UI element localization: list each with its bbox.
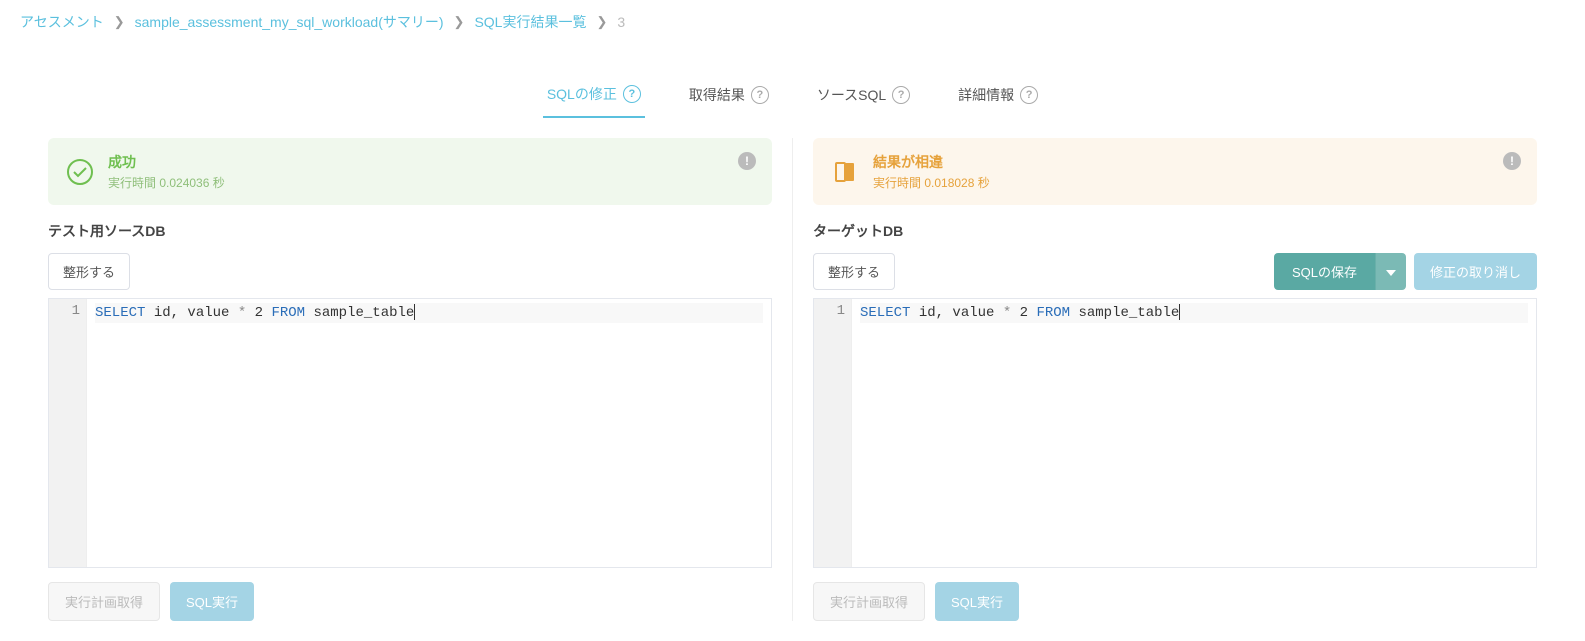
- undo-fix-button[interactable]: 修正の取り消し: [1414, 253, 1537, 290]
- breadcrumb: アセスメント ❯ sample_assessment_my_sql_worklo…: [0, 0, 1585, 44]
- editor-gutter: 1: [49, 299, 87, 567]
- tab-details[interactable]: 詳細情報 ?: [954, 74, 1042, 118]
- chevron-right-icon: ❯: [114, 14, 125, 30]
- tabs: SQLの修正 ? 取得結果 ? ソースSQL ? 詳細情報 ?: [0, 74, 1585, 118]
- panel-target-db: 結果が相違 実行時間 0.018028 秒 ! ターゲットDB 整形する SQL…: [793, 138, 1545, 621]
- toolbar-left: 整形する: [48, 253, 772, 290]
- diff-icon: [831, 158, 859, 186]
- check-circle-icon: [66, 158, 94, 186]
- sql-save-dropdown[interactable]: [1375, 253, 1406, 290]
- code-line: SELECT id, value * 2 FROM sample_table: [860, 303, 1528, 323]
- tab-label: 取得結果: [689, 85, 745, 105]
- status-subtitle: 実行時間 0.018028 秒: [873, 174, 990, 191]
- sql-exec-button[interactable]: SQL実行: [935, 582, 1019, 621]
- breadcrumb-link-results[interactable]: SQL実行結果一覧: [474, 12, 586, 32]
- tab-fetch-result[interactable]: 取得結果 ?: [685, 74, 773, 118]
- editor-gutter: 1: [814, 299, 852, 567]
- section-label-source: テスト用ソースDB: [48, 221, 772, 241]
- chevron-right-icon: ❯: [596, 14, 607, 30]
- editor-code[interactable]: SELECT id, value * 2 FROM sample_table: [87, 299, 771, 567]
- breadcrumb-current: 3: [617, 14, 625, 30]
- info-icon[interactable]: !: [738, 152, 756, 170]
- chevron-down-icon: [1386, 270, 1396, 276]
- format-button[interactable]: 整形する: [48, 253, 130, 290]
- help-icon[interactable]: ?: [751, 86, 769, 104]
- tab-label: ソースSQL: [817, 85, 886, 105]
- bottom-toolbar-right: 実行計画取得 SQL実行: [813, 582, 1537, 621]
- status-warn: 結果が相違 実行時間 0.018028 秒 !: [813, 138, 1537, 205]
- toolbar-right: 整形する SQLの保存 修正の取り消し: [813, 253, 1537, 290]
- help-icon[interactable]: ?: [892, 86, 910, 104]
- status-title: 結果が相違: [873, 152, 990, 172]
- format-button[interactable]: 整形する: [813, 253, 895, 290]
- info-icon[interactable]: !: [1503, 152, 1521, 170]
- status-title: 成功: [108, 152, 225, 172]
- tab-source-sql[interactable]: ソースSQL ?: [813, 74, 914, 118]
- breadcrumb-link-assessment[interactable]: アセスメント: [20, 12, 104, 32]
- breadcrumb-link-summary[interactable]: sample_assessment_my_sql_workload(サマリー): [135, 12, 444, 32]
- sql-editor-source[interactable]: 1 SELECT id, value * 2 FROM sample_table: [48, 298, 772, 568]
- help-icon[interactable]: ?: [1020, 86, 1038, 104]
- help-icon[interactable]: ?: [623, 85, 641, 103]
- tab-sql-fix[interactable]: SQLの修正 ?: [543, 74, 645, 118]
- exec-plan-button: 実行計画取得: [813, 582, 925, 621]
- section-label-target: ターゲットDB: [813, 221, 1537, 241]
- sql-exec-button[interactable]: SQL実行: [170, 582, 254, 621]
- tab-label: SQLの修正: [547, 84, 617, 104]
- sql-editor-target[interactable]: 1 SELECT id, value * 2 FROM sample_table: [813, 298, 1537, 568]
- exec-plan-button: 実行計画取得: [48, 582, 160, 621]
- sql-save-split-button: SQLの保存: [1274, 253, 1406, 290]
- status-success: 成功 実行時間 0.024036 秒 !: [48, 138, 772, 205]
- bottom-toolbar-left: 実行計画取得 SQL実行: [48, 582, 772, 621]
- editor-code[interactable]: SELECT id, value * 2 FROM sample_table: [852, 299, 1536, 567]
- sql-save-button[interactable]: SQLの保存: [1274, 253, 1375, 290]
- status-subtitle: 実行時間 0.024036 秒: [108, 174, 225, 191]
- chevron-right-icon: ❯: [454, 14, 465, 30]
- panels: 成功 実行時間 0.024036 秒 ! テスト用ソースDB 整形する 1 SE…: [0, 118, 1585, 641]
- code-line: SELECT id, value * 2 FROM sample_table: [95, 303, 763, 323]
- panel-source-db: 成功 実行時間 0.024036 秒 ! テスト用ソースDB 整形する 1 SE…: [40, 138, 793, 621]
- tab-label: 詳細情報: [958, 85, 1014, 105]
